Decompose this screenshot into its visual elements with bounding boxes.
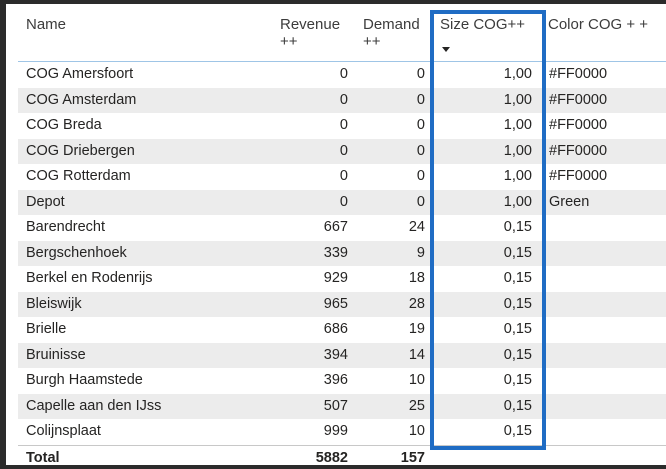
cell-name: Burgh Haamstede (26, 372, 143, 388)
table-total-row: Total 5882 157 (18, 444, 666, 467)
column-header-name[interactable]: Name (26, 16, 66, 33)
sort-descending-icon[interactable] (442, 47, 450, 52)
table-row[interactable]: Colijnsplaat 999 10 0,15 (18, 419, 666, 445)
cell-demand: 10 (408, 372, 425, 388)
cell-color-cog: #FF0000 (549, 91, 608, 108)
cell-name: Barendrecht (26, 219, 105, 235)
cell-size-cog: 0,15 (503, 372, 532, 388)
cell-color-cog: #FF0000 (549, 117, 608, 133)
cell-demand: 0 (416, 193, 425, 210)
cell-name: COG Amersfoort (26, 66, 134, 82)
cell-name: Bruinisse (26, 346, 86, 363)
cell-demand: 0 (416, 142, 425, 159)
column-header-size-cog[interactable]: Size COG++ (440, 16, 552, 33)
table-row[interactable]: COG Driebergen 0 0 1,00 #FF0000 (18, 138, 666, 164)
cell-revenue: 394 (323, 346, 348, 363)
cell-name: COG Driebergen (26, 142, 135, 159)
cell-size-cog: 1,00 (503, 91, 532, 108)
cell-revenue: 0 (339, 66, 348, 82)
cell-demand: 14 (408, 346, 425, 363)
cell-revenue: 686 (323, 321, 348, 337)
table-row[interactable]: Berkel en Rodenrijs 929 18 0,15 (18, 266, 666, 292)
cell-size-cog: 0,15 (503, 397, 532, 414)
table-visual: Name Revenue ++ Demand ++ Size COG++ Col… (0, 0, 666, 469)
data-table: Name Revenue ++ Demand ++ Size COG++ Col… (18, 10, 666, 467)
cell-demand: 0 (416, 91, 425, 108)
cell-size-cog: 1,00 (503, 142, 532, 159)
cell-size-cog: 0,15 (503, 423, 532, 439)
cell-revenue: 999 (323, 423, 348, 439)
cell-demand: 24 (408, 219, 425, 235)
cell-demand: 18 (408, 270, 425, 286)
cell-revenue: 507 (323, 397, 348, 414)
cell-name: Depot (26, 193, 65, 210)
cell-revenue: 396 (323, 372, 348, 388)
frame-bottom-edge (0, 465, 666, 469)
cell-demand: 9 (416, 244, 425, 261)
table-row[interactable]: COG Amsterdam 0 0 1,00 #FF0000 (18, 87, 666, 113)
table-row[interactable]: Depot 0 0 1,00 Green (18, 189, 666, 215)
cell-revenue: 0 (339, 168, 348, 184)
cell-size-cog: 1,00 (503, 117, 532, 133)
table-row[interactable]: Burgh Haamstede 396 10 0,15 (18, 368, 666, 394)
cell-name: COG Breda (26, 117, 102, 133)
cell-color-cog: #FF0000 (549, 66, 608, 82)
cell-revenue: 0 (339, 193, 348, 210)
cell-demand: 25 (408, 397, 425, 414)
cell-size-cog: 1,00 (503, 168, 532, 184)
cell-revenue: 929 (323, 270, 348, 286)
cell-size-cog: 0,15 (503, 270, 532, 286)
cell-color-cog: Green (549, 193, 590, 210)
frame-left-edge (0, 0, 6, 469)
cell-name: Berkel en Rodenrijs (26, 270, 153, 286)
column-header-demand[interactable]: Demand ++ (363, 16, 433, 50)
cell-name: Colijnsplaat (26, 423, 101, 439)
cell-name: Brielle (26, 321, 67, 337)
cell-revenue: 339 (323, 244, 348, 261)
cell-revenue: 0 (339, 142, 348, 159)
cell-name: COG Rotterdam (26, 168, 131, 184)
cell-demand: 0 (416, 168, 425, 184)
cell-color-cog: #FF0000 (549, 142, 608, 159)
cell-size-cog: 1,00 (503, 66, 532, 82)
table-row[interactable]: Brielle 686 19 0,15 (18, 317, 666, 343)
cell-revenue: 0 (339, 91, 348, 108)
cell-name: COG Amsterdam (26, 91, 137, 108)
table-row[interactable]: COG Rotterdam 0 0 1,00 #FF0000 (18, 164, 666, 190)
cell-name: Capelle aan den IJss (26, 397, 162, 414)
cell-demand: 0 (416, 66, 425, 82)
cell-demand: 10 (408, 423, 425, 439)
column-header-revenue[interactable]: Revenue ++ (280, 16, 350, 50)
cell-size-cog: 0,15 (503, 321, 532, 337)
table-row[interactable]: COG Amersfoort 0 0 1,00 #FF0000 (18, 62, 666, 88)
cell-size-cog: 0,15 (503, 346, 532, 363)
column-header-color-cog[interactable]: Color COG + + (548, 16, 666, 33)
table-row[interactable]: Bruinisse 394 14 0,15 (18, 342, 666, 368)
cell-revenue: 965 (323, 295, 348, 312)
cell-size-cog: 0,15 (503, 295, 532, 312)
cell-demand: 19 (408, 321, 425, 337)
cell-size-cog: 0,15 (503, 219, 532, 235)
frame-top-edge (0, 0, 666, 4)
cell-revenue: 667 (323, 219, 348, 235)
cell-name: Bleiswijk (26, 295, 82, 312)
cell-color-cog: #FF0000 (549, 168, 608, 184)
table-row[interactable]: Bleiswijk 965 28 0,15 (18, 291, 666, 317)
cell-demand: 28 (408, 295, 425, 312)
cell-demand: 0 (416, 117, 425, 133)
cell-size-cog: 0,15 (503, 244, 532, 261)
table-row[interactable]: Bergschenhoek 339 9 0,15 (18, 240, 666, 266)
table-body: COG Amersfoort 0 0 1,00 #FF0000 COG Amsterdam… (18, 62, 666, 445)
cell-revenue: 0 (339, 117, 348, 133)
cell-name: Bergschenhoek (26, 244, 127, 261)
table-header-row: Name Revenue ++ Demand ++ Size COG++ Col… (18, 10, 666, 62)
table-row[interactable]: Barendrecht 667 24 0,15 (18, 215, 666, 241)
table-row[interactable]: COG Breda 0 0 1,00 #FF0000 (18, 113, 666, 139)
table-row[interactable]: Capelle aan den IJss 507 25 0,15 (18, 393, 666, 419)
cell-size-cog: 1,00 (503, 193, 532, 210)
